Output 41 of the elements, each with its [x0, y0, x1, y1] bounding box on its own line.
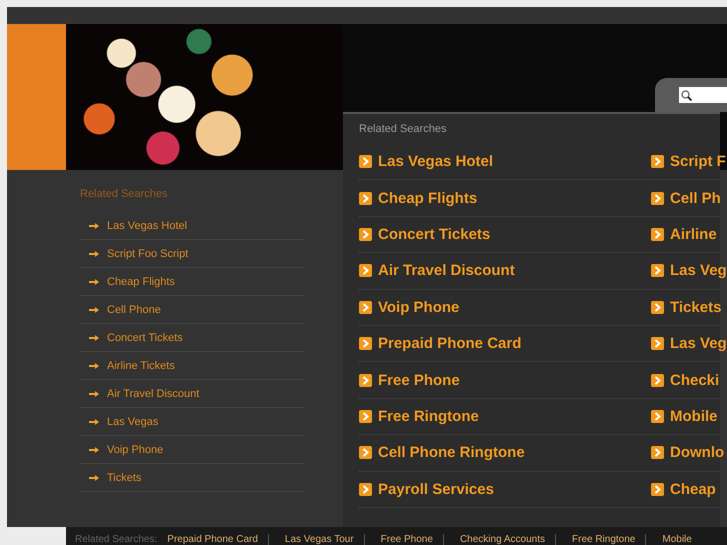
footer-link[interactable]: Mobile [645, 534, 692, 545]
panel-title: Related Searches [359, 123, 448, 137]
footer-link[interactable]: Free Phone [364, 534, 433, 545]
sidebar-link[interactable]: Cell Phone [80, 296, 305, 324]
sidebar-link[interactable]: Las Vegas Hotel [80, 212, 305, 240]
sidebar-link[interactable]: Script Foo Script [80, 240, 305, 268]
search-link[interactable]: Cheap [651, 480, 727, 498]
search-link[interactable]: Checki [651, 372, 727, 389]
footer-link[interactable]: Las Vegas Tour [268, 534, 354, 545]
sidebar-link[interactable]: Cheap Flights [80, 268, 305, 296]
footer-link[interactable]: Free Ringtone [555, 534, 636, 545]
sidebar-link[interactable]: Tickets [80, 464, 305, 492]
sidebar-link[interactable]: Air Travel Discount [80, 380, 305, 408]
sidebar-link[interactable]: Las Vegas [80, 408, 305, 436]
search-link[interactable]: Mobile [651, 408, 727, 425]
search-link[interactable]: Script F [651, 153, 727, 170]
footer-link[interactable]: Checking Accounts [442, 534, 545, 545]
search-link[interactable]: Airline [651, 226, 727, 243]
sidebar-link[interactable]: Voip Phone [80, 436, 305, 464]
search-link[interactable]: Tickets [651, 298, 727, 316]
search-link[interactable]: Cell Ph [651, 190, 727, 207]
footer-link[interactable]: Prepaid Phone Card [167, 534, 258, 545]
search-link[interactable]: Las Veg [651, 262, 727, 280]
search-link[interactable]: Free Ringtone [359, 408, 651, 425]
search-link[interactable]: Cell Phone Ringtone [359, 444, 651, 462]
search-link[interactable]: Las Veg [651, 335, 727, 352]
footer-label: Related Searches: [75, 534, 158, 545]
search-link[interactable]: Payroll Services [359, 480, 651, 498]
search-link[interactable]: Concert Tickets [359, 226, 651, 243]
sidebar-link[interactable]: Concert Tickets [80, 324, 305, 352]
search-link[interactable]: Voip Phone [359, 298, 651, 316]
search-link[interactable]: Downlo [651, 444, 727, 462]
search-link[interactable]: Prepaid Phone Card [359, 335, 651, 352]
search-field[interactable] [679, 87, 727, 103]
search-link[interactable]: Air Travel Discount [359, 262, 651, 280]
sidebar-title: Related Searches [80, 188, 168, 202]
sidebar-link[interactable]: Airline Tickets [80, 352, 305, 380]
search-link[interactable]: Las Vegas Hotel [359, 153, 651, 170]
search-icon [681, 90, 692, 100]
search-link[interactable]: Cheap Flights [359, 190, 651, 207]
search-link[interactable]: Free Phone [359, 372, 651, 389]
